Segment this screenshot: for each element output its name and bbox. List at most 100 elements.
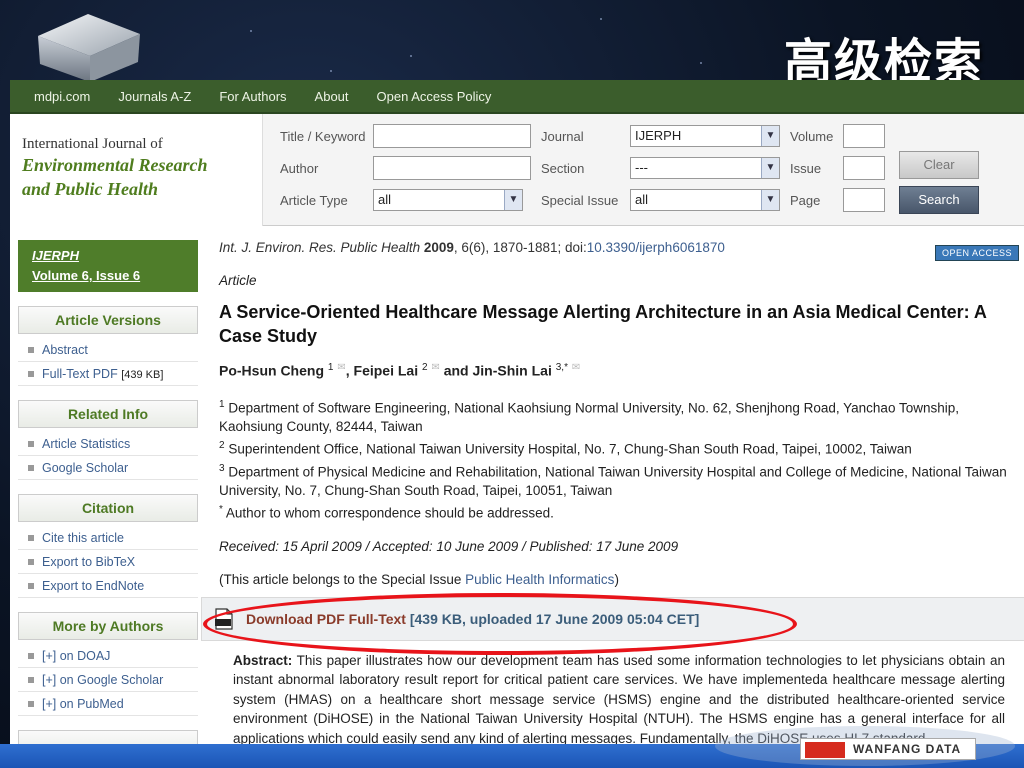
journal-select[interactable]: IJERPH ▼ (630, 125, 780, 147)
author-name[interactable]: Po-Hsun Cheng (219, 363, 324, 379)
top-navbar: mdpi.com Journals A-Z For Authors About … (10, 80, 1024, 114)
chevron-down-icon[interactable]: ▼ (761, 158, 779, 178)
sidebar-item-label: Full-Text PDF (42, 367, 118, 381)
sidebar-item-google-scholar[interactable]: Google Scholar (18, 456, 198, 480)
article-type-value: all (378, 192, 392, 207)
author-sep: and (439, 362, 473, 379)
sidebar: IJERPH Volume 6, Issue 6 Article Version… (18, 240, 198, 744)
chevron-down-icon[interactable]: ▼ (761, 126, 779, 146)
sidebar-item-label: Google Scholar (42, 461, 129, 475)
doi-link[interactable]: 10.3390/ijerph6061870 (587, 240, 725, 255)
issue-input[interactable] (843, 156, 885, 180)
cube-logo-icon (38, 14, 140, 82)
affiliations: 1 Department of Software Engineering, Na… (219, 395, 1019, 523)
download-pdf-label: Download PDF Full-Text (246, 610, 406, 627)
affiliation: 2 Superintendent Office, National Taiwan… (219, 436, 1019, 459)
download-pdf-meta: [439 KB, uploaded 17 June 2009 05:04 CET… (405, 610, 700, 627)
special-issue-select[interactable]: all ▼ (630, 189, 780, 211)
sidebar-item-pubmed[interactable]: [+] on PubMed (18, 692, 198, 716)
abstract-label: Abstract: (233, 652, 293, 668)
pdf-file-icon[interactable] (214, 608, 234, 630)
author-name[interactable]: Jin-Shin Lai (473, 363, 552, 379)
sidebar-item-label: Export to EndNote (42, 579, 145, 593)
search-button[interactable]: Search (899, 186, 979, 214)
citation-rest: , 6(6), 1870-1881; doi: (453, 240, 587, 255)
section-label: Section (541, 161, 585, 176)
chevron-down-icon[interactable]: ▼ (504, 190, 522, 210)
author-sup: 3,* (555, 362, 568, 373)
chevron-down-icon[interactable]: ▼ (761, 190, 779, 210)
nav-about[interactable]: About (315, 89, 349, 104)
volume-issue-link[interactable]: Volume 6, Issue 6 (32, 266, 184, 286)
nav-mdpi[interactable]: mdpi.com (34, 89, 90, 104)
download-bar[interactable]: Download PDF Full-Text [439 KB, uploaded… (201, 596, 1024, 641)
page-input[interactable] (843, 188, 885, 212)
journal-value: IJERPH (635, 128, 682, 143)
special-issue-line: (This article belongs to the Special Iss… (219, 572, 1019, 587)
clear-button[interactable]: Clear (899, 151, 979, 179)
download-pdf-link[interactable]: Download PDF Full-Text [439 KB, uploaded… (246, 611, 699, 627)
page-label: Page (790, 193, 821, 208)
article-type: Article (219, 273, 257, 288)
section-value: --- (635, 160, 648, 175)
sidebar-item-label: Export to BibTeX (42, 555, 136, 569)
journal-name-line2: Environmental Research (22, 155, 208, 175)
more-by-authors-heading: More by Authors (18, 612, 198, 640)
affiliation: 1 Department of Software Engineering, Na… (219, 395, 1019, 437)
article-title: A Service-Oriented Healthcare Message Al… (219, 302, 987, 346)
sidebar-item-bibtex[interactable]: Export to BibTeX (18, 550, 198, 574)
author-sup: 2 (421, 362, 428, 373)
star-decoration (700, 62, 702, 64)
nav-open-access-policy[interactable]: Open Access Policy (377, 89, 492, 104)
section-select[interactable]: --- ▼ (630, 157, 780, 179)
special-issue-label: Special Issue (541, 193, 619, 208)
journal-label: Journal (541, 129, 584, 144)
journal-name-line3: and Public Health (22, 179, 159, 199)
special-issue-link[interactable]: Public Health Informatics (465, 572, 614, 587)
sidebar-item-article-statistics[interactable]: Article Statistics (18, 432, 198, 456)
envelope-icon[interactable]: ✉ (572, 362, 580, 373)
search-header: International Journal of Environmental R… (10, 114, 1024, 226)
citation-heading: Citation (18, 494, 198, 522)
affiliation-text: Author to whom correspondence should be … (222, 505, 554, 521)
article-versions-heading: Article Versions (18, 306, 198, 334)
citation-line: Int. J. Environ. Res. Public Health 2009… (219, 240, 1019, 255)
pdf-size: [439 KB] (121, 369, 164, 381)
volume-input[interactable] (843, 124, 885, 148)
sidebar-item-google-scholar-authors[interactable]: [+] on Google Scholar (18, 668, 198, 692)
more-by-authors-group: More by Authors [+] on DOAJ [+] on Googl… (18, 612, 198, 716)
sidebar-item-cite[interactable]: Cite this article (18, 526, 198, 550)
sidebar-next-heading (18, 730, 198, 744)
sidebar-item-label: Article Statistics (42, 437, 131, 451)
special-issue-prefix: (This article belongs to the Special Iss… (219, 571, 466, 587)
sidebar-item-endnote[interactable]: Export to EndNote (18, 574, 198, 598)
envelope-icon[interactable]: ✉ (337, 362, 345, 373)
open-access-badge[interactable]: OPEN ACCESS (934, 245, 1019, 261)
article-content: Int. J. Environ. Res. Public Health 2009… (201, 240, 1024, 744)
star-decoration (250, 30, 252, 32)
wanfang-mark-icon (805, 742, 845, 758)
sidebar-item-abstract[interactable]: Abstract (18, 338, 198, 362)
journal-link[interactable]: IJERPH (32, 246, 184, 266)
article-versions-group: Article Versions Abstract Full-Text PDF … (18, 306, 198, 386)
title-keyword-input[interactable] (373, 124, 531, 148)
author-sup: 1 (327, 362, 334, 373)
sidebar-item-label: Abstract (42, 343, 88, 357)
envelope-icon[interactable]: ✉ (431, 362, 439, 373)
title-keyword-label: Title / Keyword (280, 129, 366, 144)
affiliation: 3 Department of Physical Medicine and Re… (219, 459, 1019, 501)
affiliation-text: Department of Software Engineering, Nati… (219, 400, 959, 435)
sidebar-item-doaj[interactable]: [+] on DOAJ (18, 644, 198, 668)
nav-journals-az[interactable]: Journals A-Z (118, 89, 191, 104)
special-issue-suffix: ) (614, 571, 619, 587)
nav-for-authors[interactable]: For Authors (219, 89, 286, 104)
sidebar-item-full-text-pdf[interactable]: Full-Text PDF [439 KB] (18, 362, 198, 386)
author-input[interactable] (373, 156, 531, 180)
affiliation-text: Superintendent Office, National Taiwan U… (224, 441, 912, 457)
article-type-select[interactable]: all ▼ (373, 189, 523, 211)
sidebar-item-label: [+] on Google Scholar (42, 673, 164, 687)
citation-year: 2009 (423, 240, 454, 255)
author-name[interactable]: Feipei Lai (354, 363, 419, 379)
journal-logo[interactable]: International Journal of Environmental R… (10, 114, 263, 226)
authors-line: Po-Hsun Cheng 1 ✉, Feipei Lai 2 ✉ and Ji… (219, 362, 1019, 379)
